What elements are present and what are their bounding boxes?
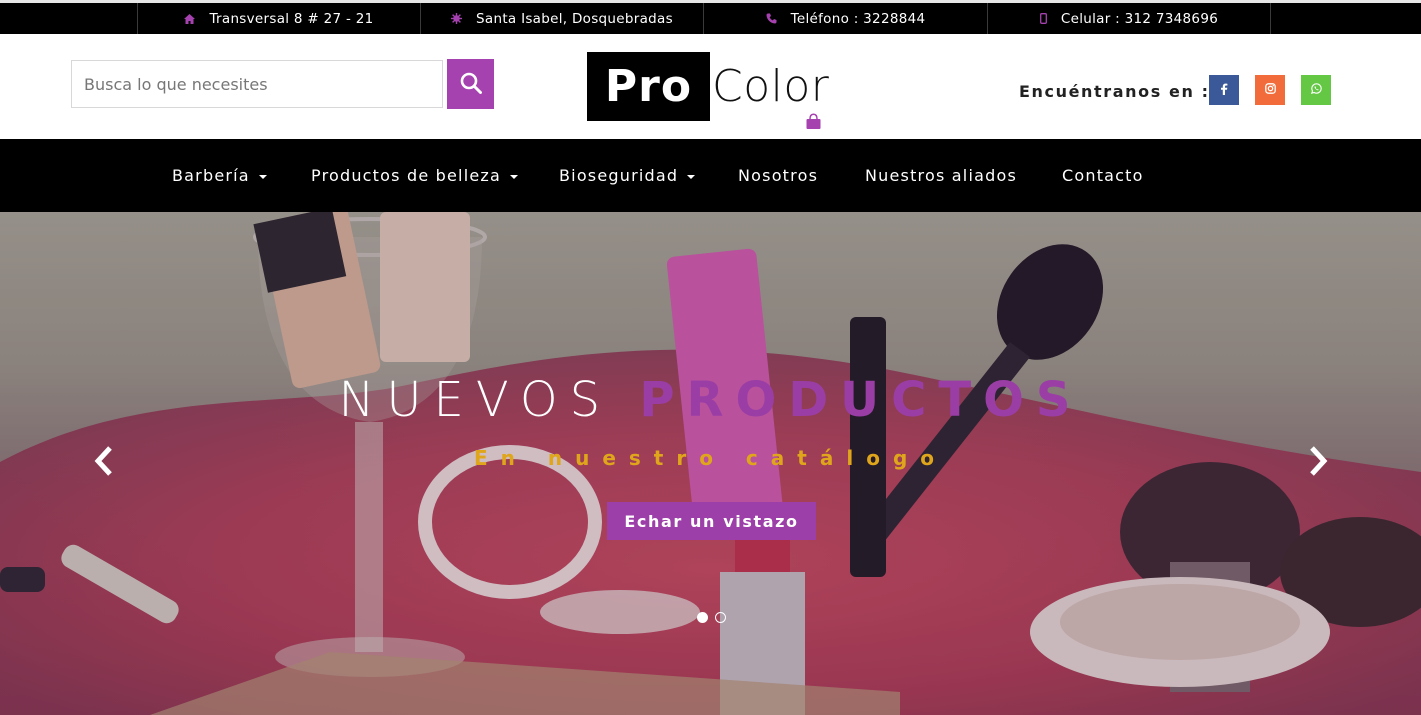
logo-pro-text: Pro <box>587 52 710 121</box>
nav-item-bioseguridad[interactable]: Bioseguridad <box>559 139 696 212</box>
whatsapp-icon <box>1310 83 1322 97</box>
phone-item: Teléfono : 3228844 <box>704 3 988 34</box>
hero-slider: NUEVOS PRODUCTOS En nuestro catálogo Ech… <box>0 212 1421 715</box>
hero-title-part1: NUEVOS <box>338 372 613 428</box>
search-icon <box>460 72 482 97</box>
nav-item-label: Barbería <box>172 166 250 185</box>
hero-title: NUEVOS PRODUCTOS <box>0 372 1421 428</box>
nav-item-contacto[interactable]: Contacto <box>1062 139 1144 212</box>
slider-next-button[interactable] <box>1303 446 1333 480</box>
caret-down-icon <box>687 174 696 179</box>
nav-item-label: Contacto <box>1062 166 1144 185</box>
chevron-left-icon <box>93 446 115 480</box>
address-text: Transversal 8 # 27 - 21 <box>209 10 374 27</box>
hero-title-part2: PRODUCTOS <box>639 372 1083 428</box>
nav-item-label: Bioseguridad <box>559 166 679 185</box>
nav-item-label: Nuestros aliados <box>865 166 1017 185</box>
social-label: Encuéntranos en : <box>1019 82 1210 101</box>
caret-down-icon <box>258 174 267 179</box>
facebook-button[interactable] <box>1209 75 1239 105</box>
search-button[interactable] <box>447 59 494 109</box>
logo-color-text: Color <box>712 61 830 112</box>
facebook-icon <box>1220 83 1228 98</box>
location-icon <box>451 13 463 24</box>
mobile-item: Celular : 312 7348696 <box>988 3 1271 34</box>
site-logo[interactable]: Pro Color <box>587 52 829 122</box>
slider-dot-2[interactable] <box>715 612 726 623</box>
location-text: Santa Isabel, Dosquebradas <box>476 10 673 27</box>
nav-item-label: Nosotros <box>738 166 819 185</box>
nav-item-nosotros[interactable]: Nosotros <box>738 139 818 212</box>
nav-item-barberia[interactable]: Barbería <box>172 139 267 212</box>
instagram-button[interactable] <box>1255 75 1285 105</box>
nav-item-productos-de-belleza[interactable]: Productos de belleza <box>311 139 518 212</box>
whatsapp-button[interactable] <box>1301 75 1331 105</box>
mobile-icon <box>1039 13 1047 24</box>
caret-down-icon <box>509 174 518 179</box>
shopping-bag-icon <box>805 113 822 134</box>
nav-item-label: Productos de belleza <box>311 166 501 185</box>
nav-item-nuestros-aliados[interactable]: Nuestros aliados <box>865 139 1017 212</box>
site-header: Pro Color Encuéntranos en : <box>0 34 1421 139</box>
main-nav: Barbería Productos de belleza Biosegurid… <box>0 139 1421 212</box>
hero-cta-button[interactable]: Echar un vistazo <box>607 502 816 540</box>
home-icon <box>184 13 196 24</box>
instagram-icon <box>1264 83 1276 97</box>
search-input[interactable] <box>71 60 443 108</box>
location-item: Santa Isabel, Dosquebradas <box>421 3 704 34</box>
hero-subtitle: En nuestro catálogo <box>474 446 947 470</box>
slider-dot-1[interactable] <box>697 612 708 623</box>
mobile-text: Celular : 312 7348696 <box>1060 10 1219 27</box>
phone-text: Teléfono : 3228844 <box>790 10 926 27</box>
top-info-bar: Transversal 8 # 27 - 21 Santa Isabel, Do… <box>0 0 1421 34</box>
address-item: Transversal 8 # 27 - 21 <box>137 3 421 34</box>
slider-prev-button[interactable] <box>89 446 119 480</box>
phone-icon <box>766 13 777 24</box>
chevron-right-icon <box>1307 446 1329 480</box>
